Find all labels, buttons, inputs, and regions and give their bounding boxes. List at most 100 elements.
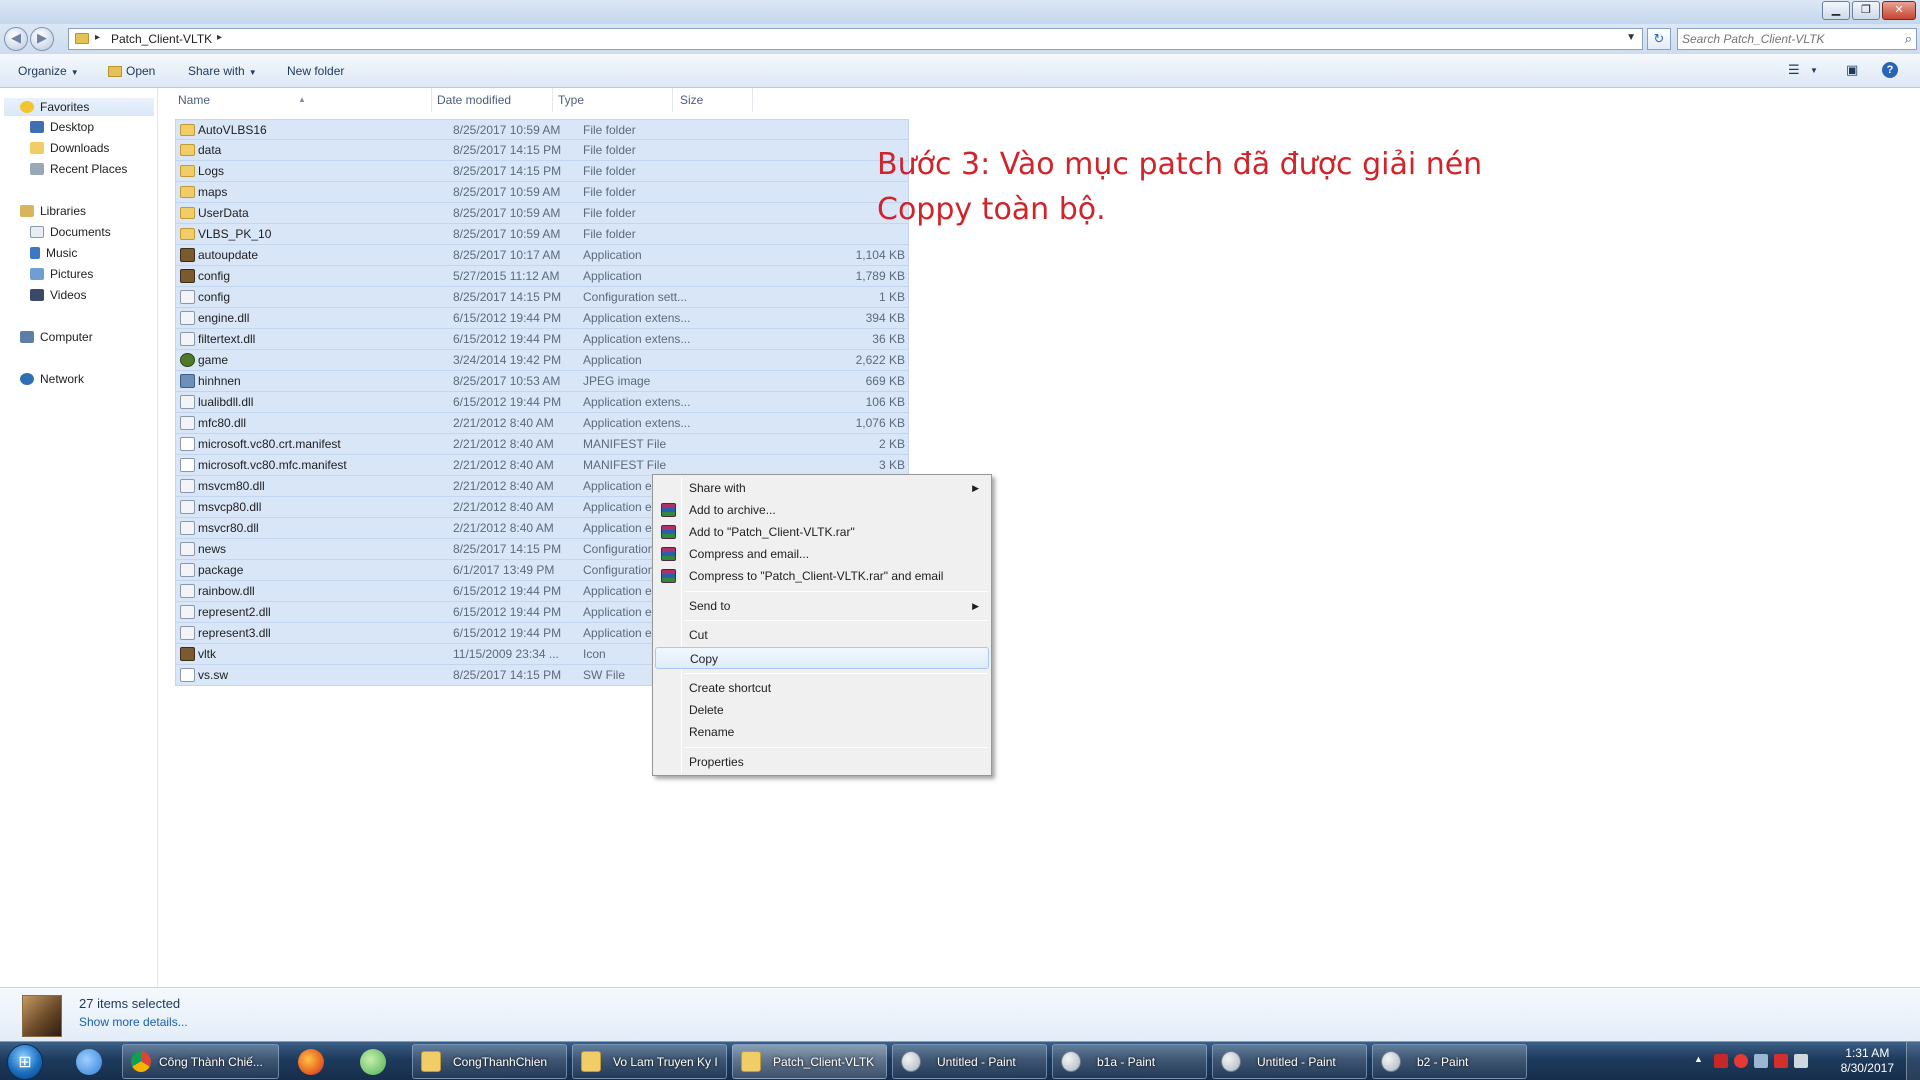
taskbar-button-patch-client[interactable]: Patch_Client-VLTK xyxy=(732,1044,887,1079)
file-size: 2,622 KB xyxy=(855,353,905,367)
file-row[interactable]: mfc80.dll 2/21/2012 8:40 AM Application ex… xyxy=(175,413,909,434)
refresh-button[interactable]: ↻ xyxy=(1647,28,1671,50)
tray-app-icon[interactable] xyxy=(1714,1054,1728,1068)
file-row[interactable]: maps 8/25/2017 10:59 AM File folder xyxy=(175,182,909,203)
view-options-icon[interactable]: ☰ xyxy=(1788,62,1800,78)
dll-file-icon xyxy=(180,290,195,304)
nav-label: Videos xyxy=(50,288,87,302)
pictures-icon xyxy=(30,268,44,280)
chevron-down-icon[interactable]: ▼ xyxy=(1626,32,1636,43)
start-button[interactable]: ⊞ xyxy=(7,1044,43,1080)
taskbar-button-paint-4[interactable]: b2 - Paint xyxy=(1372,1044,1527,1079)
menu-item-rename[interactable]: Rename xyxy=(655,721,989,743)
volume-icon[interactable] xyxy=(1754,1054,1768,1068)
file-row[interactable]: microsoft.vc80.crt.manifest 2/21/2012 8:4… xyxy=(175,434,909,455)
menu-item-add-to-rar[interactable]: Add to "Patch_Client-VLTK.rar" xyxy=(655,521,989,543)
organize-button[interactable]: Organize ▼ xyxy=(18,64,79,78)
file-row[interactable]: filtertext.dll 6/15/2012 19:44 PM Applicat… xyxy=(175,329,909,350)
nav-network[interactable]: Network xyxy=(20,372,84,386)
nav-videos[interactable]: Videos xyxy=(30,288,86,302)
taskbar-button-paint-2[interactable]: b1a - Paint xyxy=(1052,1044,1207,1079)
column-header-size[interactable]: Size xyxy=(673,88,753,112)
minimize-button[interactable]: ▁ xyxy=(1822,1,1850,20)
breadcrumb-separator-icon[interactable]: ▸ xyxy=(95,32,100,43)
nav-libraries[interactable]: Libraries xyxy=(20,204,86,218)
menu-item-compress-email[interactable]: Compress and email... xyxy=(655,543,989,565)
pinned-coccoc[interactable] xyxy=(348,1045,396,1078)
menu-item-copy[interactable]: Copy xyxy=(655,647,989,669)
nav-desktop[interactable]: Desktop xyxy=(30,120,94,134)
file-date: 6/15/2012 19:44 PM xyxy=(453,311,562,325)
nav-pictures[interactable]: Pictures xyxy=(30,267,93,281)
pinned-internet-explorer[interactable] xyxy=(64,1045,112,1078)
file-row[interactable]: VLBS_PK_10 8/25/2017 10:59 AM File folder xyxy=(175,224,909,245)
file-row[interactable]: microsoft.vc80.mfc.manifest 2/21/2012 8:4… xyxy=(175,455,909,476)
menu-item-compress-rar-email[interactable]: Compress to "Patch_Client-VLTK.rar" and … xyxy=(655,565,989,587)
column-header-type[interactable]: Type xyxy=(553,88,673,112)
menu-item-delete[interactable]: Delete xyxy=(655,699,989,721)
file-row[interactable]: hinhnen 8/25/2017 10:53 AM JPEG image 669 K… xyxy=(175,371,909,392)
back-button[interactable]: ◀ xyxy=(4,27,28,51)
menu-item-cut[interactable]: Cut xyxy=(655,624,989,646)
pinned-firefox[interactable] xyxy=(286,1045,334,1078)
new-folder-button[interactable]: New folder xyxy=(287,64,344,78)
file-row[interactable]: data 8/25/2017 14:15 PM File folder xyxy=(175,140,909,161)
menu-item-create-shortcut[interactable]: Create shortcut xyxy=(655,677,989,699)
nav-label: Network xyxy=(40,372,85,386)
open-button[interactable]: Open xyxy=(108,64,155,78)
preview-pane-icon[interactable]: ▣ xyxy=(1846,62,1858,78)
menu-item-properties[interactable]: Properties xyxy=(655,751,989,773)
taskbar-button-congthanhchien[interactable]: CongThanhChien xyxy=(412,1044,567,1079)
chevron-down-icon[interactable]: ▼ xyxy=(1810,66,1818,75)
file-row[interactable]: UserData 8/25/2017 10:59 AM File folder xyxy=(175,203,909,224)
file-type: Configuration sett... xyxy=(583,290,688,304)
nav-music[interactable]: Music xyxy=(30,246,77,260)
dll-file-icon xyxy=(180,416,195,430)
nav-documents[interactable]: Documents xyxy=(30,225,111,239)
address-row: ◀ ▶ ▸ Patch_Client-VLTK ▸ ▼ ↻ ⌕ xyxy=(0,24,1920,54)
menu-label: Delete xyxy=(689,703,724,717)
file-row[interactable]: autoupdate 8/25/2017 10:17 AM Application 1… xyxy=(175,245,909,266)
menu-item-share-with[interactable]: Share with ▶ xyxy=(655,477,989,499)
details-pane: 27 items selected Show more details... xyxy=(0,987,1920,1041)
column-header-name[interactable]: Name ▲ xyxy=(160,88,432,112)
tray-app-icon[interactable] xyxy=(1734,1054,1748,1068)
forward-button[interactable]: ▶ xyxy=(30,27,54,51)
taskbar-button-paint-3[interactable]: Untitled - Paint xyxy=(1212,1044,1367,1079)
help-icon[interactable]: ? xyxy=(1882,62,1898,78)
close-button[interactable]: ✕ xyxy=(1882,1,1916,20)
nav-favorites[interactable]: Favorites xyxy=(4,98,154,116)
chevron-down-icon: ▼ xyxy=(248,68,257,77)
share-with-button[interactable]: Share with ▼ xyxy=(188,64,257,78)
menu-item-add-to-archive[interactable]: Add to archive... xyxy=(655,499,989,521)
breadcrumb[interactable]: Patch_Client-VLTK xyxy=(111,32,212,46)
file-row[interactable]: game 3/24/2014 19:42 PM Application 2,622 K… xyxy=(175,350,909,371)
column-header-date[interactable]: Date modified xyxy=(432,88,553,112)
file-row[interactable]: engine.dll 6/15/2012 19:44 PM Application … xyxy=(175,308,909,329)
file-row[interactable]: lualibdll.dll 6/15/2012 19:44 PM Applicati… xyxy=(175,392,909,413)
file-row[interactable]: Logs 8/25/2017 14:15 PM File folder xyxy=(175,161,909,182)
clock[interactable]: 1:31 AM 8/30/2017 xyxy=(1841,1046,1894,1076)
breadcrumb-separator-icon[interactable]: ▸ xyxy=(217,32,222,43)
nav-recent-places[interactable]: Recent Places xyxy=(30,162,127,176)
nav-computer[interactable]: Computer xyxy=(20,330,93,344)
menu-item-send-to[interactable]: Send to ▶ xyxy=(655,595,989,617)
taskbar-button-volam[interactable]: Vo Lam Truyen Ky I xyxy=(572,1044,727,1079)
show-desktop-button[interactable] xyxy=(1906,1042,1920,1080)
column-label: Name xyxy=(178,93,211,107)
nav-downloads[interactable]: Downloads xyxy=(30,141,109,155)
maximize-button[interactable]: ❐ xyxy=(1852,1,1880,20)
file-row[interactable]: config 8/25/2017 14:15 PM Configuration se… xyxy=(175,287,909,308)
close-icon: ✕ xyxy=(1894,4,1904,16)
taskbar-button-chrome[interactable]: Công Thành Chiế... xyxy=(122,1044,279,1079)
file-row[interactable]: config 5/27/2015 11:12 AM Application 1,789… xyxy=(175,266,909,287)
unikey-icon[interactable] xyxy=(1774,1054,1788,1068)
show-more-details-link[interactable]: Show more details... xyxy=(79,1015,188,1029)
taskbar-button-paint-1[interactable]: Untitled - Paint xyxy=(892,1044,1047,1079)
search-icon[interactable]: ⌕ xyxy=(1905,31,1912,47)
show-hidden-icons-icon[interactable]: ▲ xyxy=(1694,1054,1708,1068)
search-input[interactable] xyxy=(1682,31,1888,47)
speaker-icon[interactable] xyxy=(1794,1054,1808,1068)
file-row[interactable]: AutoVLBS16 8/25/2017 10:59 AM File folder xyxy=(175,119,909,140)
address-bar[interactable]: ▸ Patch_Client-VLTK ▸ ▼ xyxy=(68,28,1643,50)
